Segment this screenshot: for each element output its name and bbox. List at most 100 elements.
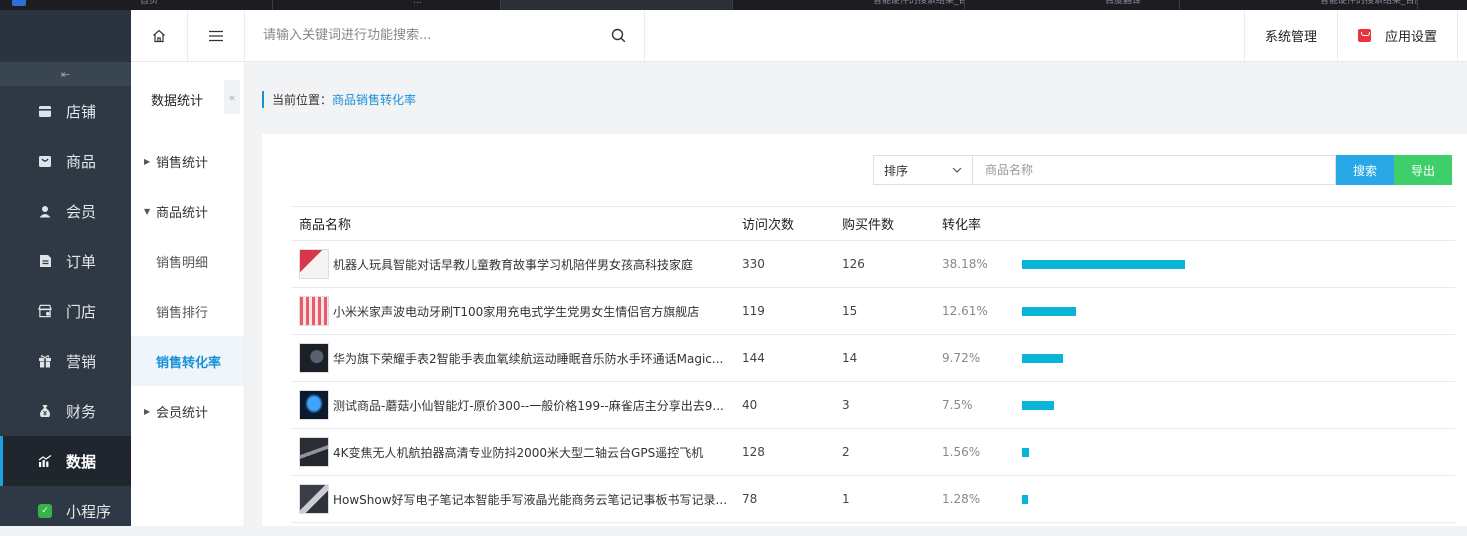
subnav-item-label: 商品统计: [156, 205, 209, 221]
subnav-item-3[interactable]: 销售排行: [131, 286, 244, 336]
miniapp-icon: ✓: [38, 504, 52, 518]
chevron-down-icon: [952, 167, 962, 173]
table-row[interactable]: 小米米家声波电动牙刷T100家用充电式学生党男女生情侣官方旗舰店 119 15 12.…: [291, 287, 1455, 335]
product-name[interactable]: 测试商品-蘑菇小仙智能灯-原价300--一般价格199--麻雀店主分享出去9..…: [333, 397, 728, 414]
shopping-bag-icon: [1357, 29, 1371, 42]
browser-tab[interactable]: ...: [273, 0, 501, 10]
product-name[interactable]: 4K变焦无人机航拍器高清专业防抖2000米大型二轴云台GPS遥控飞机: [333, 444, 728, 461]
table-row[interactable]: 4K变焦无人机航拍器高清专业防抖2000米大型二轴云台GPS遥控飞机 128 2 1.…: [291, 428, 1455, 476]
system-management-link[interactable]: 系统管理: [1243, 10, 1337, 61]
sidebar-item-2[interactable]: 会员: [0, 186, 131, 236]
browser-tab-active[interactable]: [501, 0, 733, 10]
sidebar-item-0[interactable]: 店铺: [0, 86, 131, 136]
home-button[interactable]: [131, 10, 188, 61]
table-row[interactable]: HowShow好写电子笔记本智能手写液晶光能商务云笔记记事板书写记录... 78 1…: [291, 475, 1455, 523]
rate-bar: [1022, 259, 1185, 269]
product-thumbnail[interactable]: [299, 296, 329, 326]
collapse-icon: ⇤: [60, 67, 71, 81]
cell-rate-bar: [1014, 428, 1455, 476]
rate-bar: [1022, 400, 1054, 410]
conversion-rate-panel: 排序 搜索 导出 商品名称 访问次数 购买件数 转化率 机器人玩具智能对话早教儿…: [262, 134, 1467, 526]
product-name[interactable]: 小米米家声波电动牙刷T100家用充电式学生党男女生情侣官方旗舰店: [333, 303, 728, 320]
sidebar-item-label: 财务: [66, 402, 97, 421]
table-row[interactable]: 机器人玩具智能对话早教儿童教育故事学习机陪伴男女孩高科技家庭 330 126 38.1…: [291, 240, 1455, 288]
sidebar-item-label: 门店: [66, 302, 97, 321]
product-thumbnail[interactable]: [299, 484, 329, 514]
subnav-header: 数据统计 «: [131, 62, 244, 136]
subnav-item-label: 销售转化率: [156, 355, 222, 371]
table-row[interactable]: 测试商品-蘑菇小仙智能灯-原价300--一般价格199--麻雀店主分享出去9..…: [291, 381, 1455, 429]
product-name[interactable]: 机器人玩具智能对话早教儿童教育故事学习机陪伴男女孩高科技家庭: [333, 256, 728, 273]
product-thumbnail[interactable]: [299, 437, 329, 467]
cell-visits: 330: [734, 240, 834, 288]
product-thumbnail[interactable]: [299, 343, 329, 373]
subnav-item-0[interactable]: ▶ 销售统计: [131, 136, 244, 186]
cell-purchases: 15: [834, 287, 934, 335]
subnav-item-1[interactable]: ▼ 商品统计: [131, 186, 244, 236]
col-header-bar: [1014, 206, 1455, 241]
subnav-fold-button[interactable]: «: [224, 80, 240, 114]
logo-area: [0, 10, 131, 62]
topbar-edge: [1457, 10, 1467, 61]
data-stats-subnav: 数据统计 « ▶ 销售统计 ▼ 商品统计销售明细销售排行销售转化率 ▶ 会员统计: [131, 62, 245, 526]
product-name[interactable]: HowShow好写电子笔记本智能手写液晶光能商务云笔记记事板书写记录...: [333, 491, 728, 508]
cell-purchases: 2: [834, 428, 934, 476]
product-name-wrap: 华为旗下荣耀手表2智能手表血氧续航运动睡眠音乐防水手环通话Magic...: [299, 343, 734, 373]
goods-icon: [38, 154, 52, 168]
function-search-input[interactable]: [263, 28, 603, 43]
sidebar-item-3[interactable]: 订单: [0, 236, 131, 286]
col-header-name: 商品名称: [291, 206, 734, 241]
user-icon: [38, 204, 52, 218]
sidebar-item-5[interactable]: 营销: [0, 336, 131, 386]
subnav-title: 数据统计: [151, 93, 204, 109]
sidebar-item-7[interactable]: 数据: [0, 436, 131, 486]
app-settings-link[interactable]: 应用设置: [1336, 10, 1457, 61]
rate-bar: [1022, 353, 1063, 363]
product-name-wrap: 4K变焦无人机航拍器高清专业防抖2000米大型二轴云台GPS遥控飞机: [299, 437, 734, 467]
product-name-wrap: HowShow好写电子笔记本智能手写液晶光能商务云笔记记事板书写记录...: [299, 484, 734, 514]
subnav-item-2[interactable]: 销售明细: [131, 236, 244, 286]
browser-tab-strip: 首页 ... 智能硬件的搜索结果_百度图片搜索 百度翻译 智能硬件的搜索结果_百…: [0, 0, 1467, 10]
sidebar-item-label: 商品: [66, 152, 97, 171]
product-thumbnail[interactable]: [299, 390, 329, 420]
rate-bar: [1022, 494, 1028, 504]
browser-tab[interactable]: 百度翻译: [965, 0, 1180, 10]
breadcrumb-current[interactable]: 商品销售转化率: [332, 91, 416, 108]
table-row[interactable]: 华为旗下荣耀手表2智能手表血氧续航运动睡眠音乐防水手环通话Magic... 144…: [291, 334, 1455, 382]
subnav-item-4[interactable]: 销售转化率: [131, 336, 244, 386]
caret-right-icon: ▶: [144, 406, 151, 416]
chart-icon: [38, 454, 52, 468]
subnav-item-label: 销售明细: [156, 255, 209, 271]
browser-tab[interactable]: [1418, 0, 1467, 10]
table-header-row: 商品名称 访问次数 购买件数 转化率: [291, 206, 1455, 241]
product-thumbnail[interactable]: [299, 249, 329, 279]
search-icon[interactable]: [611, 28, 626, 43]
menu-toggle-button[interactable]: [188, 10, 245, 61]
sidebar-item-1[interactable]: 商品: [0, 136, 131, 186]
sidebar-collapse-button[interactable]: ⇤: [0, 62, 131, 86]
conversion-table: 商品名称 访问次数 购买件数 转化率 机器人玩具智能对话早教儿童教育故事学习机陪…: [291, 206, 1455, 523]
sidebar-item-label: 小程序: [66, 502, 112, 521]
browser-tab[interactable]: 智能硬件的搜索结果_百度图片搜索: [1180, 0, 1418, 10]
browser-tab[interactable]: 智能硬件的搜索结果_百度图片搜索: [733, 0, 965, 10]
product-name-wrap: 机器人玩具智能对话早教儿童教育故事学习机陪伴男女孩高科技家庭: [299, 249, 734, 279]
export-button[interactable]: 导出: [1394, 155, 1452, 185]
breadcrumb: 当前位置： 商品销售转化率: [262, 91, 416, 108]
product-name-input[interactable]: [973, 155, 1336, 185]
sidebar-item-6[interactable]: 财务: [0, 386, 131, 436]
cell-visits: 119: [734, 287, 834, 335]
cell-rate: 12.61%: [934, 287, 1014, 335]
cell-product-name: 4K变焦无人机航拍器高清专业防抖2000米大型二轴云台GPS遥控飞机: [291, 428, 734, 476]
search-button[interactable]: 搜索: [1336, 155, 1394, 185]
browser-tab[interactable]: 首页: [0, 0, 273, 10]
sidebar-item-label: 数据: [66, 452, 97, 471]
sort-select[interactable]: 排序: [873, 155, 973, 185]
sidebar-item-label: 订单: [66, 252, 97, 271]
subnav-item-5[interactable]: ▶ 会员统计: [131, 386, 244, 436]
cell-rate: 1.56%: [934, 428, 1014, 476]
product-name[interactable]: 华为旗下荣耀手表2智能手表血氧续航运动睡眠音乐防水手环通话Magic...: [333, 350, 728, 367]
shop-icon: [38, 304, 52, 318]
cell-rate-bar: [1014, 334, 1455, 382]
sidebar-item-8[interactable]: ✓ 小程序: [0, 486, 131, 536]
sidebar-item-4[interactable]: 门店: [0, 286, 131, 336]
